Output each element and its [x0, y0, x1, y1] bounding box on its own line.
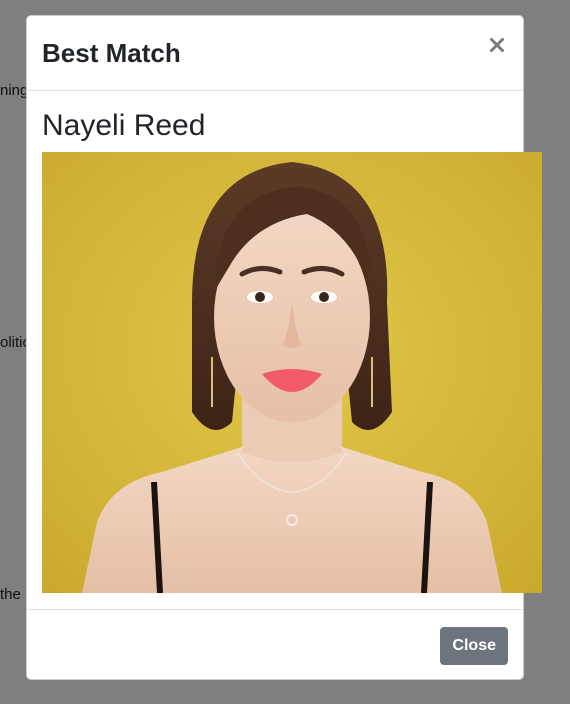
modal-title: Best Match [42, 38, 181, 68]
close-button[interactable]: Close [440, 627, 508, 665]
modal-footer: Close [27, 609, 523, 679]
close-icon-button[interactable] [485, 33, 509, 57]
match-name: Nayeli Reed [42, 109, 206, 142]
best-match-modal: Best Match Nayeli Reed Close [26, 15, 542, 680]
close-icon [490, 38, 504, 52]
match-photo [42, 152, 542, 593]
modal-header: Best Match [27, 16, 523, 91]
